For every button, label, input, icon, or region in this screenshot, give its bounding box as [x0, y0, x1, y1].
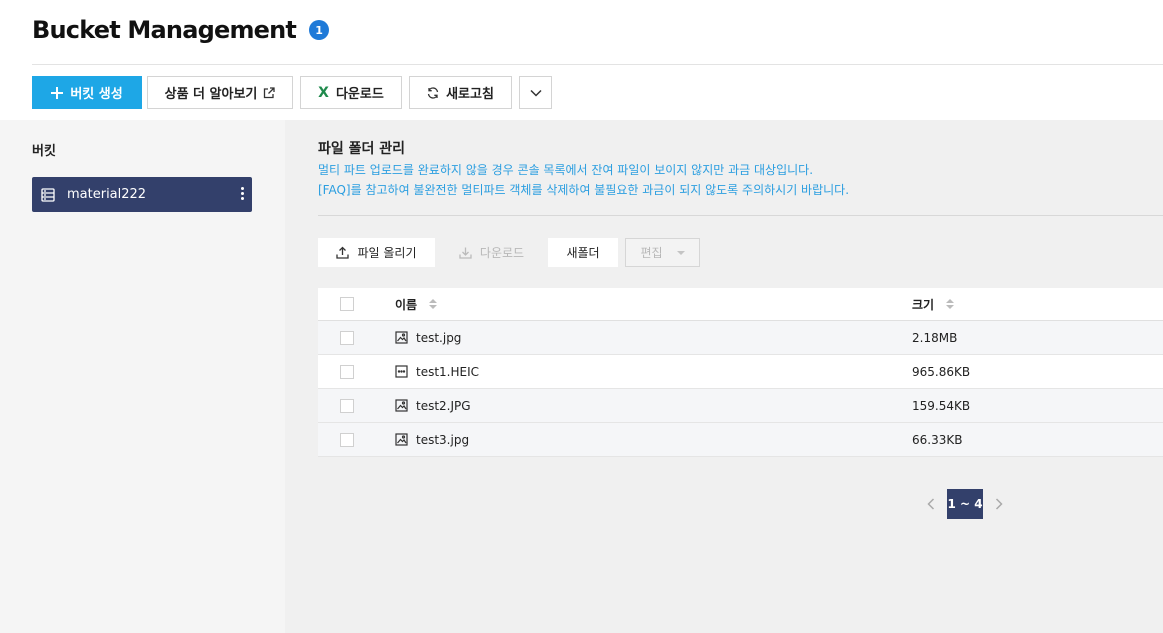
generic-file-icon — [395, 365, 408, 378]
bucket-sidebar: 버킷 material222 — [0, 120, 285, 633]
name-column-label: 이름 — [395, 297, 418, 312]
file-name-cell[interactable]: test3.jpg — [395, 433, 912, 447]
learn-more-button[interactable]: 상품 더 알아보기 — [147, 76, 293, 109]
sidebar-title: 버킷 — [32, 144, 56, 159]
file-management-panel: 파일 폴더 관리 멀티 파트 업로드를 완료하지 않을 경우 콘솔 목록에서 잔… — [285, 120, 1163, 633]
row-checkbox[interactable] — [340, 398, 354, 413]
page-title: Bucket Management — [32, 16, 297, 44]
upload-file-button[interactable]: 파일 올리기 — [318, 238, 435, 267]
bucket-item-material222[interactable]: material222 — [32, 177, 252, 212]
file-name: test1.HEIC — [416, 364, 480, 379]
upload-file-label: 파일 올리기 — [357, 246, 417, 260]
upload-icon — [336, 246, 350, 259]
file-size: 66.33KB — [912, 432, 963, 447]
download-excel-button[interactable]: X 다운로드 — [300, 76, 402, 109]
sort-icon[interactable] — [946, 299, 955, 309]
new-folder-button[interactable]: 새폴더 — [548, 238, 618, 267]
download-excel-label: 다운로드 — [335, 87, 384, 102]
table-row[interactable]: test.jpg 2.18MB — [318, 321, 1163, 355]
learn-more-label: 상품 더 알아보기 — [164, 87, 258, 102]
refresh-button[interactable]: 새로고침 — [409, 76, 512, 109]
count-badge: 1 — [309, 20, 330, 40]
table-header: 이름 크기 — [318, 288, 1163, 321]
file-name-cell[interactable]: test2.JPG — [395, 399, 912, 413]
create-bucket-button[interactable]: 버킷 생성 — [32, 76, 142, 109]
refresh-icon — [427, 86, 439, 99]
file-toolbar: 파일 올리기 다운로드 새폴더 편집 — [318, 238, 707, 267]
next-page-icon[interactable] — [989, 494, 1009, 514]
edit-label: 편집 — [640, 246, 663, 260]
more-vertical-icon[interactable] — [241, 187, 244, 200]
file-size: 2.18MB — [912, 330, 958, 345]
new-folder-label: 새폴더 — [566, 246, 600, 260]
chevron-down-icon — [529, 89, 542, 97]
caret-down-icon — [676, 250, 685, 255]
section-title: 파일 폴더 관리 — [318, 141, 406, 157]
section-divider — [318, 215, 1163, 216]
file-size: 965.86KB — [912, 364, 971, 379]
file-table: 이름 크기 test.jpg 2.18MB test1.HEIC 965.86K… — [318, 288, 1163, 457]
more-options-button[interactable] — [519, 76, 552, 109]
sort-icon[interactable] — [429, 299, 438, 309]
row-checkbox[interactable] — [340, 432, 354, 447]
page-header: Bucket Management 1 — [32, 12, 330, 48]
download-file-label: 다운로드 — [479, 246, 525, 260]
create-bucket-label: 버킷 생성 — [70, 87, 123, 102]
external-link-icon — [263, 86, 276, 99]
row-checkbox[interactable] — [340, 364, 354, 379]
current-page-indicator[interactable]: 1 ~ 4 — [947, 489, 983, 519]
file-name-cell[interactable]: test1.HEIC — [395, 365, 912, 379]
main-toolbar: 버킷 생성 상품 더 알아보기 X 다운로드 새로고침 — [32, 76, 559, 109]
select-all-checkbox[interactable] — [340, 297, 354, 311]
size-column-label: 크기 — [912, 297, 935, 312]
row-checkbox[interactable] — [340, 330, 354, 345]
excel-icon: X — [318, 84, 329, 101]
prev-page-icon[interactable] — [921, 494, 941, 514]
plus-icon — [51, 86, 64, 99]
file-size: 159.54KB — [912, 398, 971, 413]
file-name: test3.jpg — [416, 432, 470, 447]
table-row[interactable]: test1.HEIC 965.86KB — [318, 355, 1163, 389]
image-file-icon — [395, 399, 408, 412]
file-name-cell[interactable]: test.jpg — [395, 331, 912, 345]
header-divider — [32, 64, 1163, 65]
table-row[interactable]: test2.JPG 159.54KB — [318, 389, 1163, 423]
download-icon — [459, 246, 472, 259]
table-row[interactable]: test3.jpg 66.33KB — [318, 423, 1163, 457]
notice-line-2[interactable]: [FAQ]를 참고하여 불완전한 멀티파트 객체를 삭제하여 불필요한 과금이 … — [318, 180, 849, 200]
multipart-notice: 멀티 파트 업로드를 완료하지 않을 경우 콘솔 목록에서 잔여 파일이 보이지… — [318, 160, 849, 200]
size-column-header[interactable]: 크기 — [912, 296, 955, 313]
file-name: test2.JPG — [416, 398, 471, 413]
image-file-icon — [395, 433, 408, 446]
image-file-icon — [395, 331, 408, 344]
pagination: 1 ~ 4 — [921, 489, 1009, 519]
file-name: test.jpg — [416, 330, 462, 345]
name-column-header[interactable]: 이름 — [395, 296, 912, 313]
download-file-button[interactable]: 다운로드 — [442, 238, 541, 267]
server-icon — [41, 187, 55, 202]
refresh-label: 새로고침 — [446, 87, 494, 102]
bucket-name: material222 — [67, 187, 147, 202]
edit-dropdown[interactable]: 편집 — [625, 238, 700, 267]
notice-line-1: 멀티 파트 업로드를 완료하지 않을 경우 콘솔 목록에서 잔여 파일이 보이지… — [318, 163, 814, 177]
